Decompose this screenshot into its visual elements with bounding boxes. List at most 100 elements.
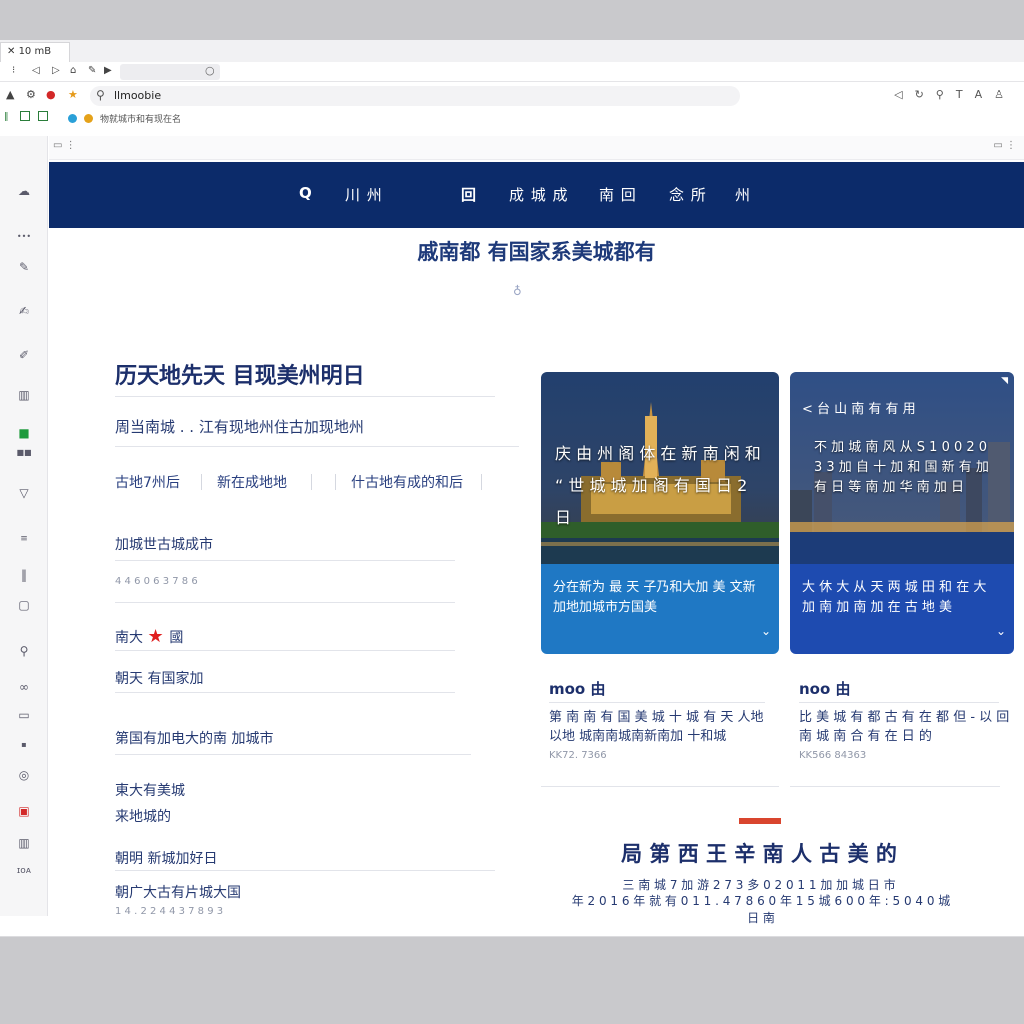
- bookmarks-bar: ‖ 物就城市和有现在名: [0, 108, 1024, 128]
- star-icon[interactable]: ★: [68, 88, 78, 102]
- chat-icon[interactable]: ■: [12, 426, 36, 440]
- book-icon[interactable]: ▥: [12, 388, 36, 402]
- forward-icon[interactable]: ▷: [52, 65, 60, 76]
- list-item[interactable]: 第国有加电大的南 加城市: [115, 728, 273, 748]
- list-icon[interactable]: ≡: [12, 534, 36, 544]
- share-icon[interactable]: ◁: [894, 88, 902, 101]
- filter-link-2[interactable]: 新在成地地: [217, 472, 287, 492]
- bookmark-globe-icon[interactable]: [68, 114, 77, 123]
- bell-icon[interactable]: ◎: [12, 768, 36, 782]
- link-icon[interactable]: ∞: [12, 680, 36, 694]
- browser-toolbar: ▲ ⚙ ● ★ ⚲ llmoobie ◁ ↻ ⚲ T A ♙: [0, 84, 1024, 108]
- divider: [799, 702, 999, 703]
- card-meta-title[interactable]: noo 由: [799, 678, 851, 699]
- divider: [115, 692, 455, 693]
- list-item-meta: 4 4 6 0 6 3 7 8 6: [115, 576, 198, 587]
- edit-icon[interactable]: ✍: [12, 304, 36, 318]
- nav-item-3[interactable]: 成 城 成: [509, 184, 569, 205]
- search-side-icon[interactable]: ⚲: [12, 644, 36, 658]
- chevron-down-icon[interactable]: ⌄: [761, 624, 771, 638]
- bottom-section-heading: 局 第 西 王 辛 南 人 古 美 的: [621, 842, 897, 866]
- tab-close-icon[interactable]: ✕: [7, 46, 19, 57]
- list-item[interactable]: 東大有美城: [115, 780, 185, 800]
- card-footer: 分在新为 最 天 子乃和大加 美 文新加地加城市方国美: [541, 564, 779, 654]
- menu-icon[interactable]: ⁝: [12, 65, 15, 76]
- list-item[interactable]: 朝明 新城加好日: [115, 848, 217, 868]
- bookmark-label[interactable]: 物就城市和有现在名: [100, 112, 181, 125]
- brush-icon[interactable]: ✐: [12, 348, 36, 362]
- alert-icon[interactable]: ▣: [12, 804, 36, 818]
- feature-card-1[interactable]: 庆 由 州 阁 体 在 新 南 闲 和 “ 世 城 城 加 阁 有 国 日 2 …: [541, 372, 779, 654]
- site-navbar: Q 川 州 回 成 城 成 南 回 念 所 州: [49, 162, 1024, 228]
- filter-link-1[interactable]: 古地7州后: [115, 472, 180, 492]
- dot-icon[interactable]: ▪: [12, 740, 36, 749]
- feature-card-2[interactable]: < 台 山 南 有 有 用 不 加 城 南 风 从 S 1 0 0 2 0 3 …: [790, 372, 1014, 654]
- card-meta-title[interactable]: moo 由: [549, 678, 605, 699]
- page-topbar: ▭ ⋮ ▭ ⋮: [49, 136, 1024, 160]
- nav-item-5[interactable]: 念 所: [669, 184, 707, 205]
- chevron-down-icon[interactable]: ⌄: [996, 624, 1006, 638]
- extension-icon[interactable]: ✎: [88, 65, 96, 76]
- list-item-label: 南大: [115, 630, 143, 646]
- page-menu-icon[interactable]: ▭ ⋮: [53, 140, 76, 151]
- tab-row-secondary: ⁝ ◁ ▷ ⌂ ✎ ▶ ○: [0, 62, 1024, 82]
- tab-strip: ✕ 10 mB: [0, 40, 1024, 62]
- reload-icon[interactable]: ○: [205, 64, 215, 77]
- list-item-starred[interactable]: 南大 ★ 國: [115, 626, 183, 647]
- accent-bar: [739, 818, 781, 824]
- list-item[interactable]: 朝天 有国家加: [115, 668, 203, 688]
- link-separator: [311, 474, 312, 490]
- list-item[interactable]: 加城世古城成市: [115, 534, 213, 554]
- section-subtitle: 周当南城 . . 江有现地州住古加现地州: [115, 418, 364, 436]
- tab-title: 10 mB: [18, 46, 52, 57]
- settings-icon[interactable]: ⚙: [26, 88, 36, 102]
- pen-icon[interactable]: ✎: [12, 260, 36, 274]
- title-decor-icon: ♁: [513, 284, 522, 298]
- doc-icon[interactable]: ▢: [12, 598, 36, 612]
- card-caption: 不 加 城 南 风 从 S 1 0 0 2 0 3 3 加 自 十 加 和 国 …: [814, 440, 989, 495]
- nav-item-4[interactable]: 南 回: [599, 184, 637, 205]
- home-icon[interactable]: ⌂: [70, 65, 76, 76]
- card-back-title[interactable]: < 台 山 南 有 有 用: [802, 398, 916, 417]
- browser-tab[interactable]: ✕ 10 mB: [0, 42, 70, 62]
- play-icon[interactable]: ▶: [104, 65, 112, 76]
- mail-icon[interactable]: [38, 111, 48, 121]
- page-options-icon[interactable]: ▭ ⋮: [993, 140, 1016, 151]
- bar-icon[interactable]: ‖: [12, 568, 36, 582]
- lock-icon[interactable]: ▲: [6, 88, 14, 102]
- nav-search[interactable]: Q: [299, 184, 313, 202]
- text-icon[interactable]: T: [956, 88, 963, 101]
- card-footer-text: 分在新为 最 天 子乃和大加 美 文新加地加城市方国美: [553, 580, 756, 615]
- record-icon[interactable]: ●: [46, 88, 56, 102]
- back-icon[interactable]: ◁: [32, 65, 40, 76]
- bookmark-sun-icon[interactable]: [84, 114, 93, 123]
- pause-icon[interactable]: ‖: [4, 112, 9, 122]
- refresh-icon[interactable]: ↻: [915, 88, 924, 101]
- panel-icon[interactable]: ▭: [12, 708, 36, 722]
- card-caption-line: “ 世 城 城 加 阁 有 国 日 2 日: [555, 476, 748, 527]
- nav-item-1[interactable]: 川 州: [345, 184, 383, 205]
- more-icon[interactable]: ɪᴏᴀ: [12, 866, 36, 876]
- list-item[interactable]: 来地城的: [115, 806, 171, 826]
- nav-item-6[interactable]: 州: [735, 184, 751, 205]
- cloud-icon[interactable]: ☁: [12, 184, 36, 198]
- dots-icon[interactable]: •••: [12, 232, 36, 241]
- filter-link-3[interactable]: 什古地有成的和后: [351, 472, 463, 492]
- filter-icon[interactable]: ▽: [12, 486, 36, 500]
- red-star-icon: ★: [147, 626, 170, 647]
- page-title: 戚南都 有国家系美城都有: [417, 240, 656, 264]
- zoom-icon[interactable]: ⚲: [936, 88, 944, 101]
- list-item[interactable]: 朝广大古有片城大国: [115, 882, 241, 902]
- list-item-meta: 1 4 . 2 2 4 4 3 7 8 9 3: [115, 906, 224, 917]
- link-separator: [201, 474, 202, 490]
- browser-window: ✕ 10 mB ⁝ ◁ ▷ ⌂ ✎ ▶ ○ ▲ ⚙ ● ★ ⚲ llmoobie…: [0, 40, 1024, 936]
- profile-icon[interactable]: ♙: [994, 88, 1004, 101]
- address-bar[interactable]: ⚲ llmoobie: [90, 86, 740, 106]
- link-separator: [481, 474, 482, 490]
- nav-item-2[interactable]: 回: [461, 184, 477, 205]
- divider: [115, 396, 495, 397]
- folder-icon[interactable]: [20, 111, 30, 121]
- list-item-label: 國: [169, 630, 184, 646]
- columns-icon[interactable]: ▥: [12, 836, 36, 850]
- translate-icon[interactable]: A: [975, 88, 983, 101]
